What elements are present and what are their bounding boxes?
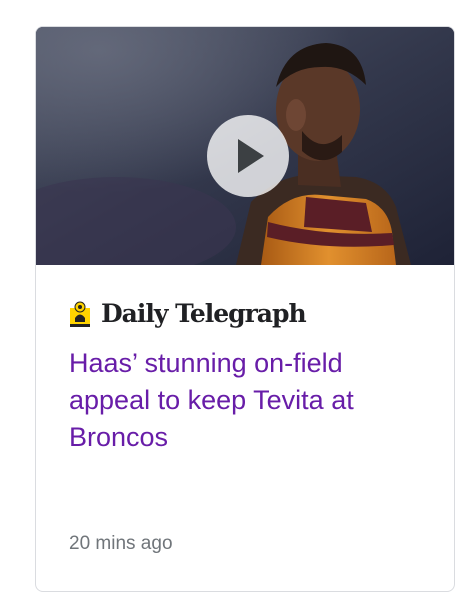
daily-telegraph-crest-icon xyxy=(70,301,90,327)
video-thumbnail[interactable] xyxy=(36,27,454,265)
source-name: Daily Telegraph xyxy=(101,298,307,328)
play-button[interactable] xyxy=(207,115,289,197)
play-icon xyxy=(238,139,264,173)
headline-link[interactable]: Haas’ stunning on-field appeal to keep T… xyxy=(69,345,429,456)
news-card[interactable]: Daily Telegraph Haas’ stunning on-field … xyxy=(35,26,455,592)
timestamp: 20 mins ago xyxy=(69,533,173,554)
news-source: Daily Telegraph xyxy=(69,295,307,331)
